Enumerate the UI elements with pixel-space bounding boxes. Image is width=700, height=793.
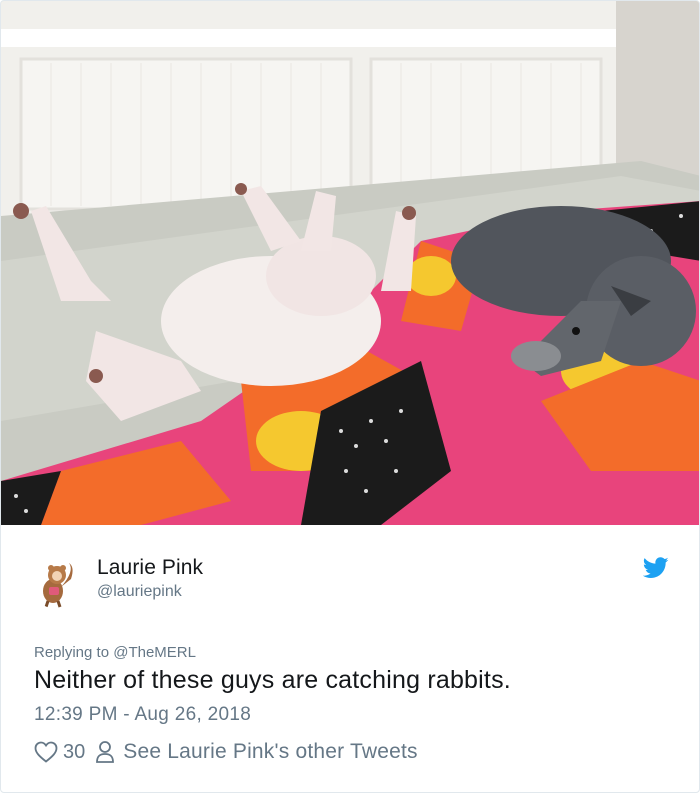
twitter-bird-icon[interactable] (642, 557, 669, 579)
tweet-actions: 30 See Laurie Pink's other Tweets (34, 737, 418, 767)
author-handle[interactable]: @lauriepink (97, 583, 182, 601)
photo-dogs-on-bed (1, 1, 699, 525)
tweet-card[interactable]: Laurie Pink @lauriepink Replying to @The… (0, 0, 700, 793)
replying-to-line: Replying to @TheMERL (34, 644, 196, 661)
tweet-timestamp[interactable]: 12:39 PM - Aug 26, 2018 (34, 704, 251, 726)
replying-to-prefix: Replying to (34, 644, 114, 661)
avatar-illustration-icon (31, 557, 83, 609)
reply-mention-link[interactable]: @TheMERL (113, 644, 196, 661)
person-icon (96, 741, 115, 763)
see-other-tweets-label: See Laurie Pink's other Tweets (123, 740, 418, 763)
tweet-text: Neither of these guys are catching rabbi… (34, 666, 511, 694)
author-display-name[interactable]: Laurie Pink (97, 556, 203, 580)
like-count: 30 (63, 740, 86, 763)
like-button[interactable]: 30 (34, 741, 85, 764)
see-other-tweets-link[interactable]: See Laurie Pink's other Tweets (95, 740, 418, 764)
heart-icon (34, 741, 58, 763)
tweet-photo[interactable] (1, 1, 699, 525)
avatar[interactable] (31, 557, 83, 609)
